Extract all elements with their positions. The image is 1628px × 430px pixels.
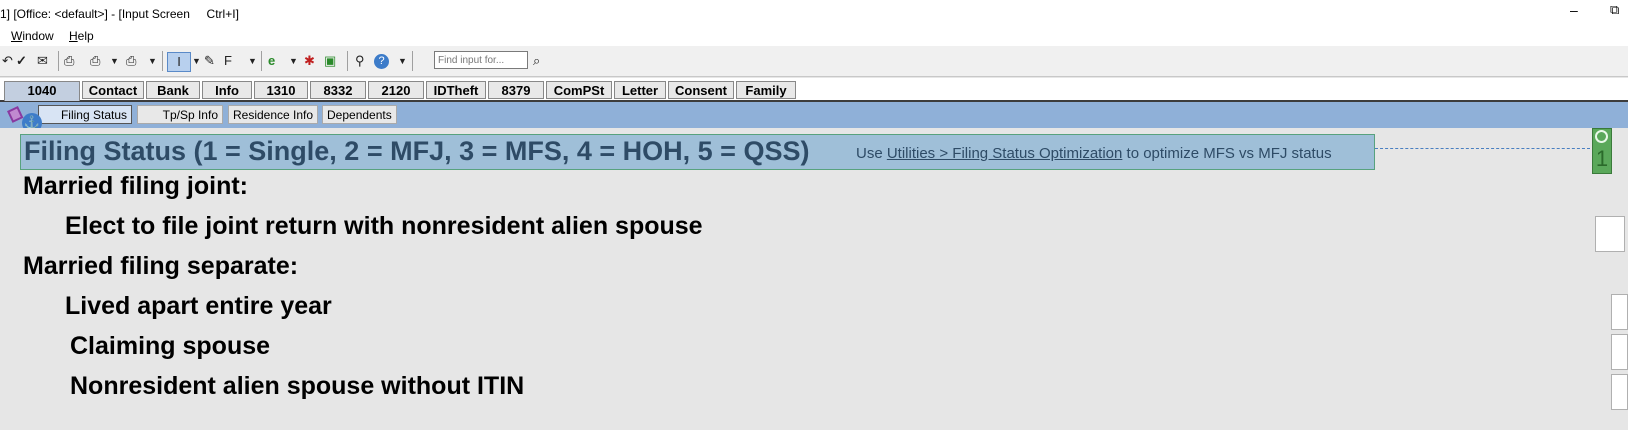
dropdown-icon[interactable]: ▼ xyxy=(398,52,407,70)
export-icon[interactable]: ▣ xyxy=(324,52,336,70)
bug-icon[interactable]: ✱ xyxy=(304,52,315,70)
tab-8379[interactable]: 8379 xyxy=(488,81,544,99)
web-icon[interactable]: e xyxy=(268,52,275,70)
row-elect-joint-nonresident: Elect to file joint return with nonresid… xyxy=(65,212,703,240)
tab-info[interactable]: Info xyxy=(202,81,252,99)
section-tab-bar: Filing Status Tp/Sp Info Residence Info … xyxy=(0,102,1628,128)
toolbar-separator xyxy=(58,51,59,71)
binoculars-icon[interactable]: ⚲ xyxy=(355,52,365,70)
check-icon[interactable]: ✓ xyxy=(16,52,27,70)
tab-letter[interactable]: Letter xyxy=(614,81,666,99)
lived-apart-checkbox[interactable] xyxy=(1611,294,1628,330)
tab-idtheft[interactable]: IDTheft xyxy=(426,81,486,99)
title-bar: 1] [Office: <default>] - [Input Screen C… xyxy=(0,0,1628,26)
restore-button[interactable]: ⧉ xyxy=(1610,2,1619,18)
row-married-filing-separate: Married filing separate: xyxy=(23,252,299,280)
filing-status-field-band[interactable]: Filing Status (1 = Single, 2 = MFJ, 3 = … xyxy=(20,134,1375,170)
window-title: 1] [Office: <default>] - [Input Screen C… xyxy=(0,7,239,21)
filing-status-optimization-link[interactable]: Utilities > Filing Status Optimization xyxy=(887,145,1123,162)
toolbar-separator xyxy=(412,51,413,71)
dropdown-icon[interactable]: ▼ xyxy=(192,52,201,70)
toolbar-separator xyxy=(162,51,163,71)
print-options-icon[interactable]: ⎙ xyxy=(126,52,136,70)
dropdown-icon[interactable]: ▼ xyxy=(248,52,257,70)
help-icon[interactable]: ? xyxy=(374,54,389,69)
tab-2120[interactable]: 2120 xyxy=(368,81,424,99)
tab-1310[interactable]: 1310 xyxy=(254,81,308,99)
tab-compst[interactable]: ComPSt xyxy=(546,81,612,99)
print-preview-icon[interactable]: ⎙ xyxy=(90,52,100,70)
undo-icon[interactable]: ↶ xyxy=(2,52,13,70)
field-connector-line xyxy=(1375,148,1590,149)
elect-joint-nonresident-checkbox[interactable] xyxy=(1595,216,1625,252)
tab-1040[interactable]: 1040 xyxy=(4,81,80,101)
subtab-tp-sp-info[interactable]: Tp/Sp Info xyxy=(137,105,223,124)
tab-bank[interactable]: Bank xyxy=(146,81,200,99)
find-icon[interactable]: ⌕ xyxy=(533,52,540,70)
row-married-filing-joint: Married filing joint: xyxy=(23,172,248,200)
optimization-note-post: to optimize MFS vs MFJ status xyxy=(1122,145,1332,162)
tools-icon[interactable]: ✎ xyxy=(204,52,215,70)
toolbar-separator xyxy=(347,51,348,71)
target-icon xyxy=(1595,130,1608,143)
input-mode-icon[interactable]: I xyxy=(167,52,191,72)
row-nonresident-spouse-no-itin: Nonresident alien spouse without ITIN xyxy=(70,372,525,400)
tab-consent[interactable]: Consent xyxy=(668,81,734,99)
dropdown-icon[interactable]: ▼ xyxy=(289,52,298,70)
find-input[interactable]: Find input for... xyxy=(434,51,528,69)
filing-status-heading: Filing Status (1 = Single, 2 = MFJ, 3 = … xyxy=(24,136,810,166)
print-icon[interactable]: ⎙ xyxy=(64,52,74,70)
optimization-note-pre: Use xyxy=(856,145,887,162)
dropdown-icon[interactable]: ▼ xyxy=(148,52,157,70)
envelope-icon[interactable]: ✉ xyxy=(37,52,48,70)
tab-family[interactable]: Family xyxy=(736,81,796,99)
toolbar-separator xyxy=(261,51,262,71)
dropdown-icon[interactable]: ▼ xyxy=(110,52,119,70)
row-claiming-spouse: Claiming spouse xyxy=(70,332,271,360)
subtab-residence-info[interactable]: Residence Info xyxy=(228,105,319,124)
tab-8332[interactable]: 8332 xyxy=(310,81,366,99)
form-select-icon[interactable]: F xyxy=(224,52,232,70)
tab-contact[interactable]: Contact xyxy=(82,81,144,99)
menu-window[interactable]: Window xyxy=(11,29,54,43)
toolbar: ↶ ✓ ✉ ⎙ ⎙ ▼ ⎙ ▼ I ▼ ✎ F ▼ e ▼ ✱ ▣ ⚲ ? ▼ … xyxy=(0,46,1628,77)
subtab-dependents[interactable]: Dependents xyxy=(322,105,397,124)
optimization-note: Use Utilities > Filing Status Optimizati… xyxy=(856,145,1332,162)
minimize-button[interactable]: – xyxy=(1570,2,1578,18)
nonresident-spouse-no-itin-checkbox[interactable] xyxy=(1611,374,1628,410)
subtab-filing-status[interactable]: Filing Status xyxy=(38,105,132,124)
form-tab-strip: 1040 Contact Bank Info 1310 8332 2120 ID… xyxy=(0,78,1628,102)
menu-bar: Window Help xyxy=(0,26,1628,46)
row-lived-apart: Lived apart entire year xyxy=(65,292,332,320)
filing-status-value: 1 xyxy=(1595,146,1609,171)
menu-help[interactable]: Help xyxy=(69,29,94,43)
input-screen: Filing Status (1 = Single, 2 = MFJ, 3 = … xyxy=(0,128,1628,430)
claiming-spouse-checkbox[interactable] xyxy=(1611,334,1628,370)
filing-status-value-field[interactable]: 1 xyxy=(1592,128,1612,174)
